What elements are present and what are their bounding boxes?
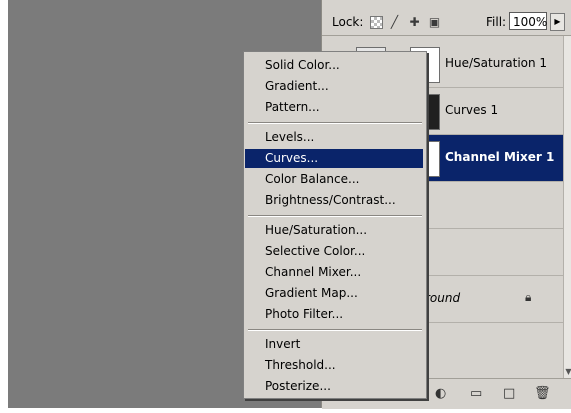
menu-item-color-balance[interactable]: Color Balance... (245, 170, 423, 189)
adjustment-layer-icon[interactable]: ◐ (435, 386, 446, 401)
adjustment-layer-menu: Solid Color... Gradient... Pattern... Le… (243, 51, 427, 399)
menu-item-pattern[interactable]: Pattern... (245, 98, 423, 117)
layers-options-bar: Lock: ╱ ✚ ▣ Fill: 100% ▶ (322, 9, 571, 36)
scroll-down-arrow-icon[interactable]: ▼ (564, 366, 571, 378)
menu-item-brightness-contrast[interactable]: Brightness/Contrast... (245, 191, 423, 210)
menu-item-posterize[interactable]: Posterize... (245, 377, 423, 396)
trash-icon[interactable]: 🗑︎ (534, 386, 551, 401)
padlock-icon: 🔒︎ (525, 290, 532, 304)
fill-dropdown-arrow-icon[interactable]: ▶ (550, 13, 565, 31)
lock-label: Lock: (332, 15, 364, 29)
menu-item-hue-saturation[interactable]: Hue/Saturation... (245, 221, 423, 240)
new-group-icon[interactable]: ▭ (470, 386, 482, 401)
lock-image-icon[interactable]: ╱ (388, 16, 401, 29)
menu-item-levels[interactable]: Levels... (245, 128, 423, 147)
menu-item-threshold[interactable]: Threshold... (245, 356, 423, 375)
menu-item-channel-mixer[interactable]: Channel Mixer... (245, 263, 423, 282)
menu-separator (248, 122, 422, 124)
menu-item-photo-filter[interactable]: Photo Filter... (245, 305, 423, 324)
menu-item-invert[interactable]: Invert (245, 335, 423, 354)
menu-item-solid-color[interactable]: Solid Color... (245, 56, 423, 75)
layers-scrollbar[interactable]: ▼ (563, 36, 571, 378)
lock-transparent-icon[interactable] (370, 16, 383, 29)
lock-all-icon[interactable]: ▣ (428, 16, 441, 29)
lock-position-icon[interactable]: ✚ (408, 16, 421, 29)
layer-name: Curves 1 (445, 103, 499, 117)
screenshot-canvas: Lock: ╱ ✚ ▣ Fill: 100% ▶ Hue/Saturation … (0, 0, 571, 413)
fill-label: Fill: (486, 15, 507, 29)
menu-item-gradient-map[interactable]: Gradient Map... (245, 284, 423, 303)
menu-item-selective-color[interactable]: Selective Color... (245, 242, 423, 261)
menu-item-gradient[interactable]: Gradient... (245, 77, 423, 96)
layer-name: round (425, 291, 461, 305)
new-layer-icon[interactable]: □ (503, 386, 515, 401)
menu-item-curves[interactable]: Curves... (245, 149, 423, 168)
menu-separator (248, 215, 422, 217)
layer-name: Channel Mixer 1 (445, 150, 555, 164)
layer-name: Hue/Saturation 1 (445, 56, 548, 70)
fill-input[interactable]: 100% (509, 12, 547, 30)
menu-separator (248, 329, 422, 331)
